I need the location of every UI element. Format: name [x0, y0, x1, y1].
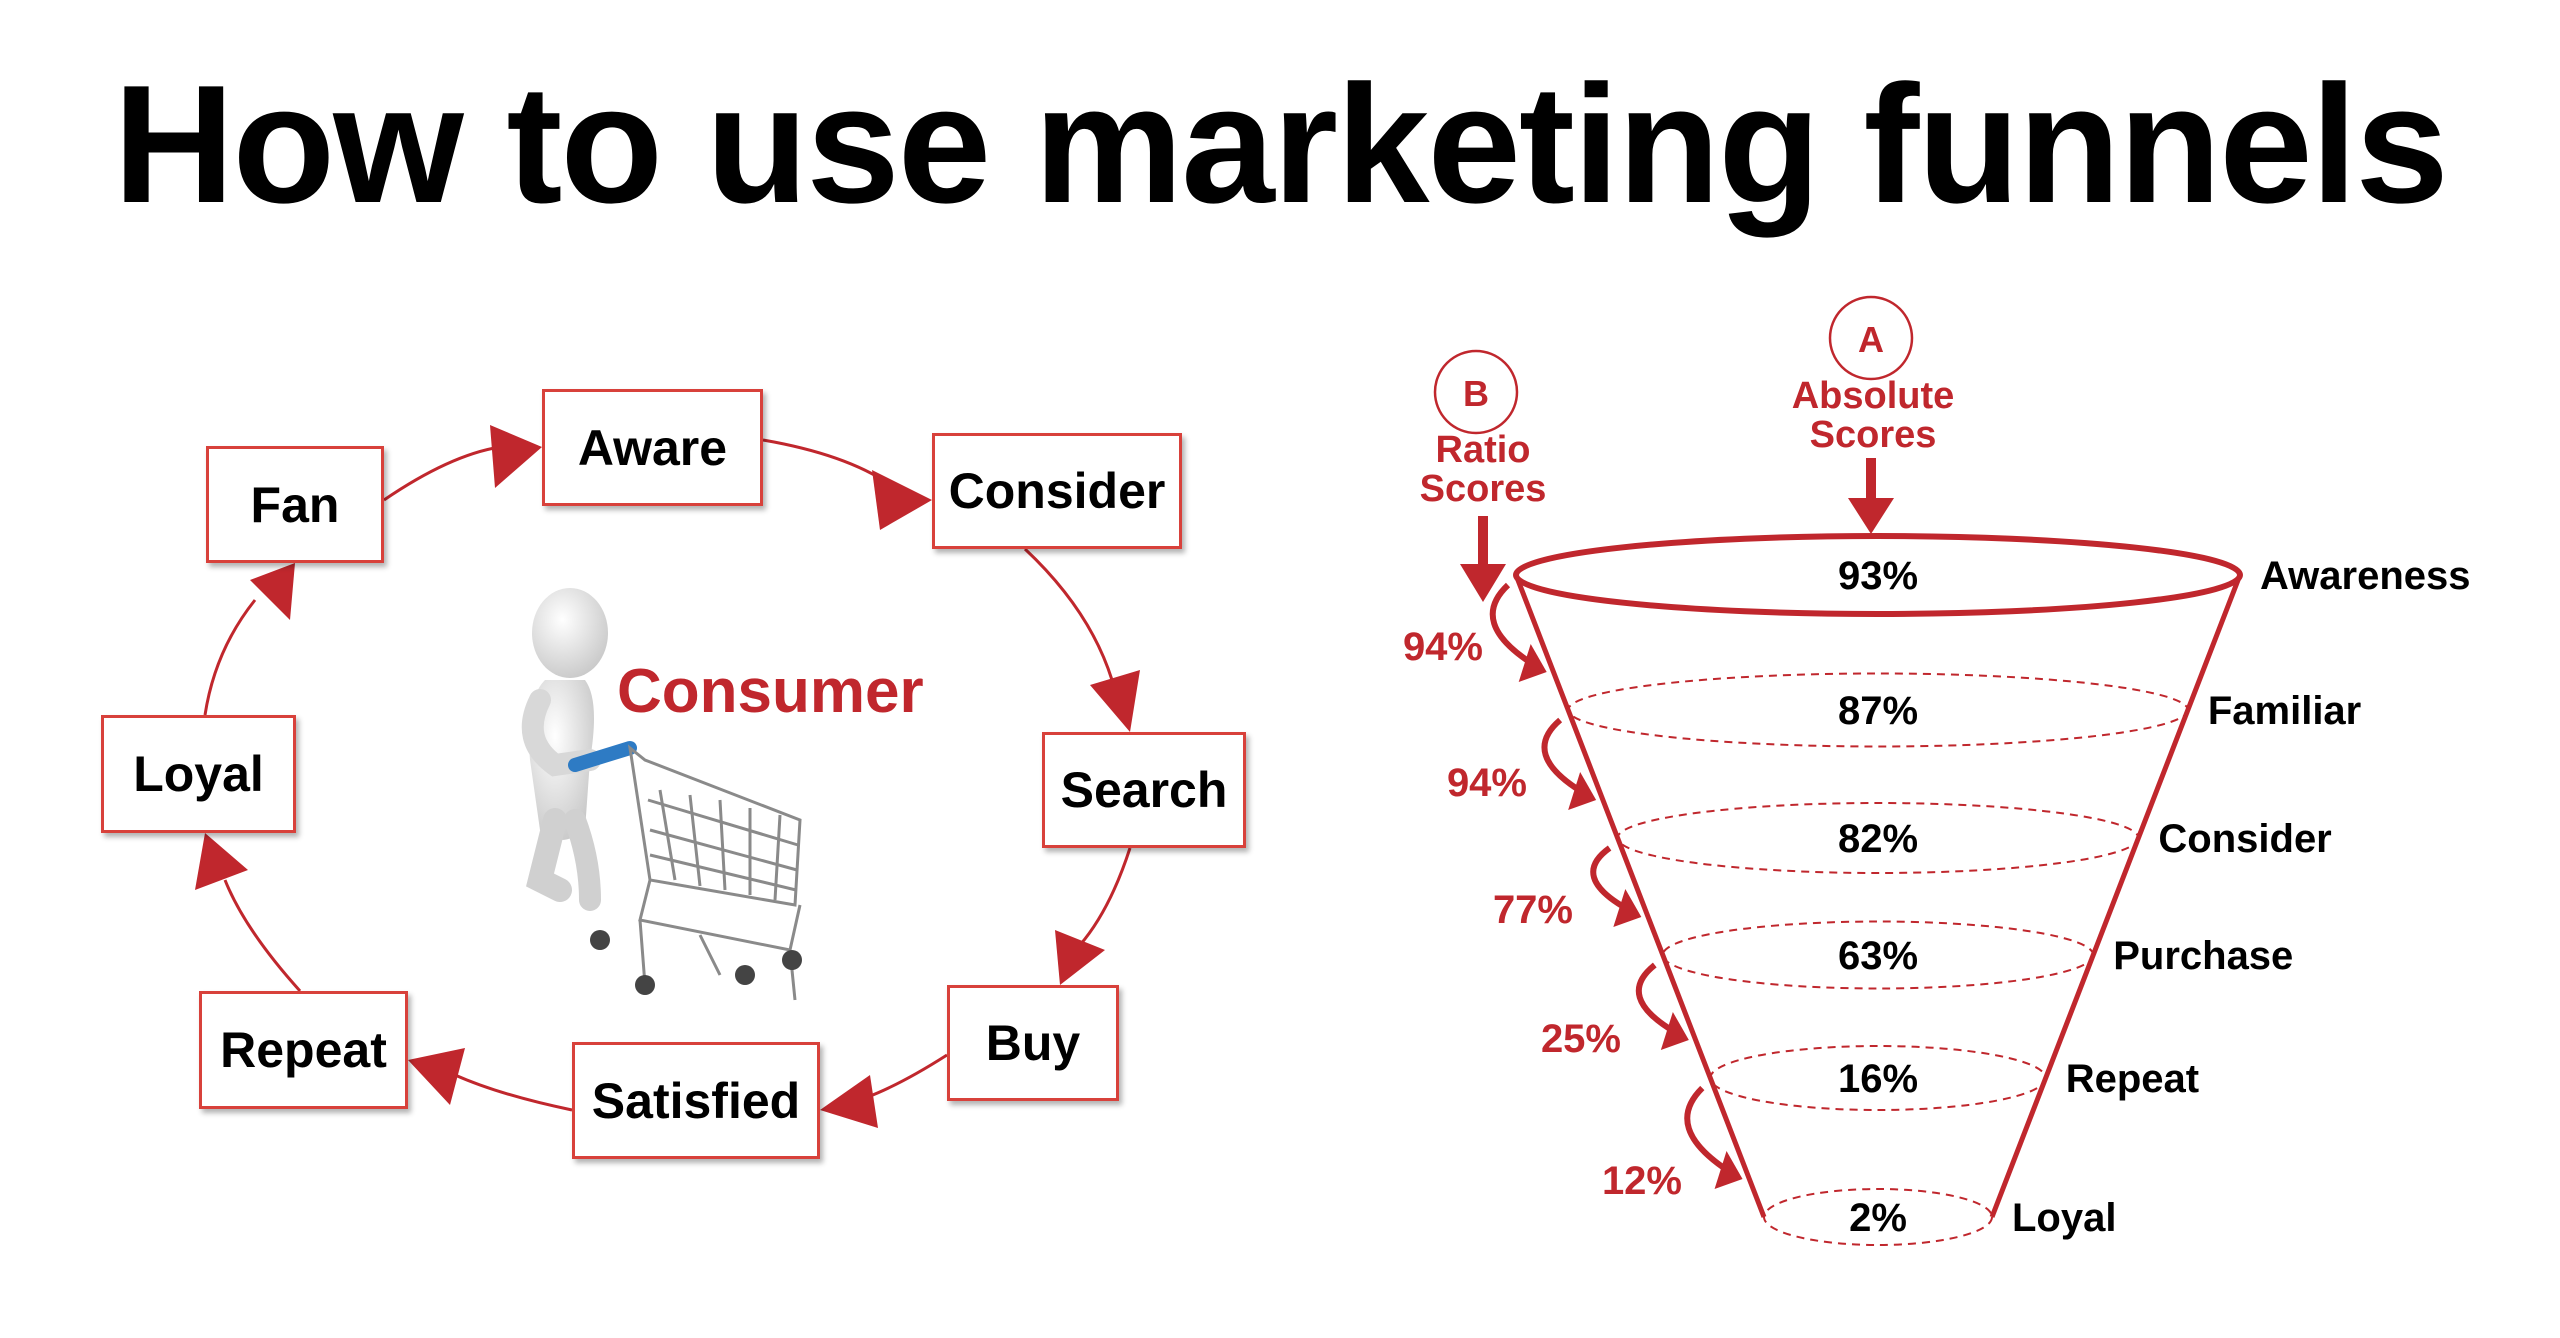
down-arrow-icon — [1848, 498, 1894, 534]
absolute-label-line1: Absolute — [1792, 375, 1955, 417]
marker-a-letter: A — [1858, 319, 1884, 360]
funnel-level-label: Consider — [2158, 817, 2331, 861]
ratio-label-line2: Scores — [1420, 468, 1547, 510]
ratio-score: 94% — [1447, 761, 1527, 805]
ratio-curved-arrow — [1684, 1085, 1731, 1174]
absolute-score: 2% — [1849, 1196, 1907, 1240]
funnel-level-label: Familiar — [2208, 689, 2361, 733]
absolute-score: 93% — [1838, 554, 1918, 598]
funnel-level-label: Repeat — [2066, 1057, 2199, 1101]
absolute-score: 63% — [1838, 934, 1918, 978]
absolute-score: 87% — [1838, 689, 1918, 733]
ratio-score: 25% — [1541, 1017, 1621, 1061]
funnel-level-label: Loyal — [2012, 1196, 2116, 1240]
ratio-score: 12% — [1602, 1159, 1682, 1203]
funnel-level-label: Awareness — [2260, 554, 2471, 598]
ratio-label-line1: Ratio — [1436, 429, 1531, 471]
absolute-arrow-shaft — [1866, 458, 1876, 500]
funnel-level-label: Purchase — [2113, 934, 2293, 978]
ratio-arrow-shaft — [1478, 516, 1488, 566]
absolute-label-line2: Scores — [1810, 414, 1937, 456]
marker-b-letter: B — [1463, 373, 1489, 414]
absolute-score: 16% — [1838, 1057, 1918, 1101]
funnel-diagram: 93% Awareness 94% 87% Familiar 94% 82% Consider… — [1403, 295, 2471, 1246]
absolute-score: 82% — [1838, 817, 1918, 861]
ratio-score: 94% — [1403, 625, 1483, 669]
ratio-score: 77% — [1493, 888, 1573, 932]
funnel-right-edge — [1989, 574, 2243, 1218]
